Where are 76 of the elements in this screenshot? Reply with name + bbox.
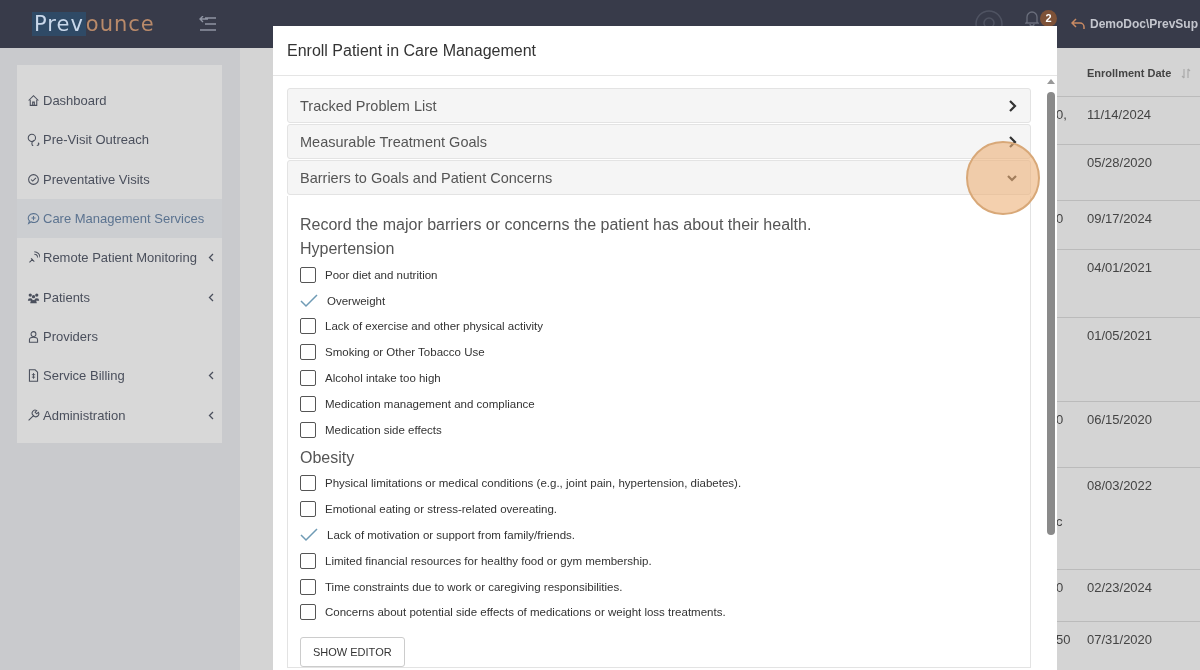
accordion-header[interactable]: Barriers to Goals and Patient Concerns <box>287 160 1031 195</box>
checkbox-label: Overweight <box>327 294 386 307</box>
checkbox-label: Smoking or Other Tobacco Use <box>325 346 485 359</box>
checkbox-label: Lack of motivation or support from family/friends. <box>327 529 575 542</box>
table-cell: 0 <box>1056 412 1064 427</box>
sidebar-item[interactable]: Service Billing <box>17 356 222 396</box>
sidebar-item[interactable]: Patients <box>17 277 222 317</box>
menu-icon[interactable] <box>198 16 217 32</box>
table-cell: 09/17/2024 <box>1087 211 1153 226</box>
table-cell: 04/01/2021 <box>1087 260 1153 275</box>
person-icon <box>27 329 40 343</box>
checkbox[interactable] <box>300 604 316 621</box>
table-cell: 06/15/2020 <box>1087 412 1153 427</box>
checkmark-icon[interactable] <box>300 527 318 544</box>
modal-title: Enroll Patient in Care Management <box>287 41 537 60</box>
show-editor-button[interactable]: SHOW EDITOR <box>300 637 405 668</box>
table-cell: 0, <box>1056 107 1067 122</box>
table-cell: c <box>1056 514 1063 529</box>
checkbox-label: Medication side effects <box>325 423 442 436</box>
checkbox[interactable] <box>300 552 316 569</box>
table-cell: 0 <box>1056 580 1064 595</box>
checkbox[interactable] <box>300 395 316 412</box>
table-cell: 02/23/2024 <box>1087 580 1153 595</box>
logo: Prev ounce <box>32 12 155 36</box>
description-text: Record the major barriers or concerns the patient has about their health. <box>300 216 813 234</box>
chat-bubbles-icon <box>27 133 40 147</box>
document-icon <box>27 369 40 383</box>
checkbox[interactable] <box>300 501 316 518</box>
checkbox[interactable] <box>300 578 316 595</box>
checkbox[interactable] <box>300 421 316 438</box>
checkbox[interactable] <box>300 344 316 361</box>
sidebar-item[interactable]: Providers <box>17 316 222 357</box>
wrench-icon <box>27 408 40 422</box>
checkbox-label: Emotional eating or stress-related overeating. <box>325 503 558 516</box>
checkbox-label: Medication management and compliance <box>325 397 535 410</box>
scrollbar-thumb[interactable] <box>1047 92 1055 535</box>
sidebar-item[interactable]: Care Management Services <box>17 198 222 239</box>
table-cell: 05/28/2020 <box>1087 155 1153 170</box>
checkbox-label: Concerns about potential side effects of medications or weight loss treatments. <box>325 606 726 619</box>
check-circle-icon <box>27 172 40 186</box>
sidebar-item[interactable]: Administration <box>17 395 222 435</box>
signal-icon <box>27 251 40 265</box>
accordion-header[interactable]: Tracked Problem List <box>287 88 1031 123</box>
checkbox-label: Physical limitations or medical conditions (e.g., joint pain, hypertension, diabetes). <box>325 477 742 490</box>
group-heading: Hypertension <box>300 240 396 258</box>
notification-badge: 2 <box>1039 9 1057 27</box>
checkbox-label: Time constraints due to work or caregiving responsibilities. <box>325 580 623 593</box>
column-header[interactable]: Enrollment Date <box>1087 67 1172 79</box>
checkbox[interactable] <box>300 370 316 387</box>
sidebar-item[interactable]: Remote Patient Monitoring <box>17 238 222 278</box>
group-heading: Obesity <box>300 448 356 467</box>
checkbox-label: Limited financial resources for healthy food or gym membership. <box>325 554 652 567</box>
checkbox[interactable] <box>300 318 316 335</box>
house-icon <box>27 94 40 108</box>
table-cell: 08/03/2022 <box>1087 478 1153 493</box>
user-menu[interactable]: DemoDoc\PrevSup <box>1089 17 1198 31</box>
checkbox-label: Alcohol intake too high <box>325 372 441 385</box>
checkbox-label: Poor diet and nutrition <box>325 268 438 281</box>
table-cell: 11/14/2024 <box>1087 107 1152 122</box>
sidebar-item[interactable]: Preventative Visits <box>17 159 222 199</box>
checkbox-label: Lack of exercise and other physical activity <box>325 320 543 333</box>
message-plus-icon <box>27 212 40 226</box>
scroll-up-icon[interactable] <box>1047 78 1055 84</box>
table-cell: 07/31/2020 <box>1087 632 1153 647</box>
table-cell: 50 <box>1056 632 1071 647</box>
table-cell: 0 <box>1056 211 1064 226</box>
sidebar-item[interactable]: Dashboard <box>17 81 222 121</box>
reply-arrow-icon[interactable] <box>1070 18 1085 30</box>
chevron-right-icon <box>1006 135 1018 148</box>
chevron-right-icon <box>1006 99 1018 112</box>
table-cell: 01/05/2021 <box>1087 328 1153 343</box>
sidebar-item[interactable]: Pre-Visit Outreach <box>17 120 222 160</box>
checkbox[interactable] <box>300 266 316 283</box>
accordion-header[interactable]: Measurable Treatment Goals <box>287 124 1031 159</box>
checkbox[interactable] <box>300 475 316 492</box>
checkmark-icon[interactable] <box>300 292 318 309</box>
